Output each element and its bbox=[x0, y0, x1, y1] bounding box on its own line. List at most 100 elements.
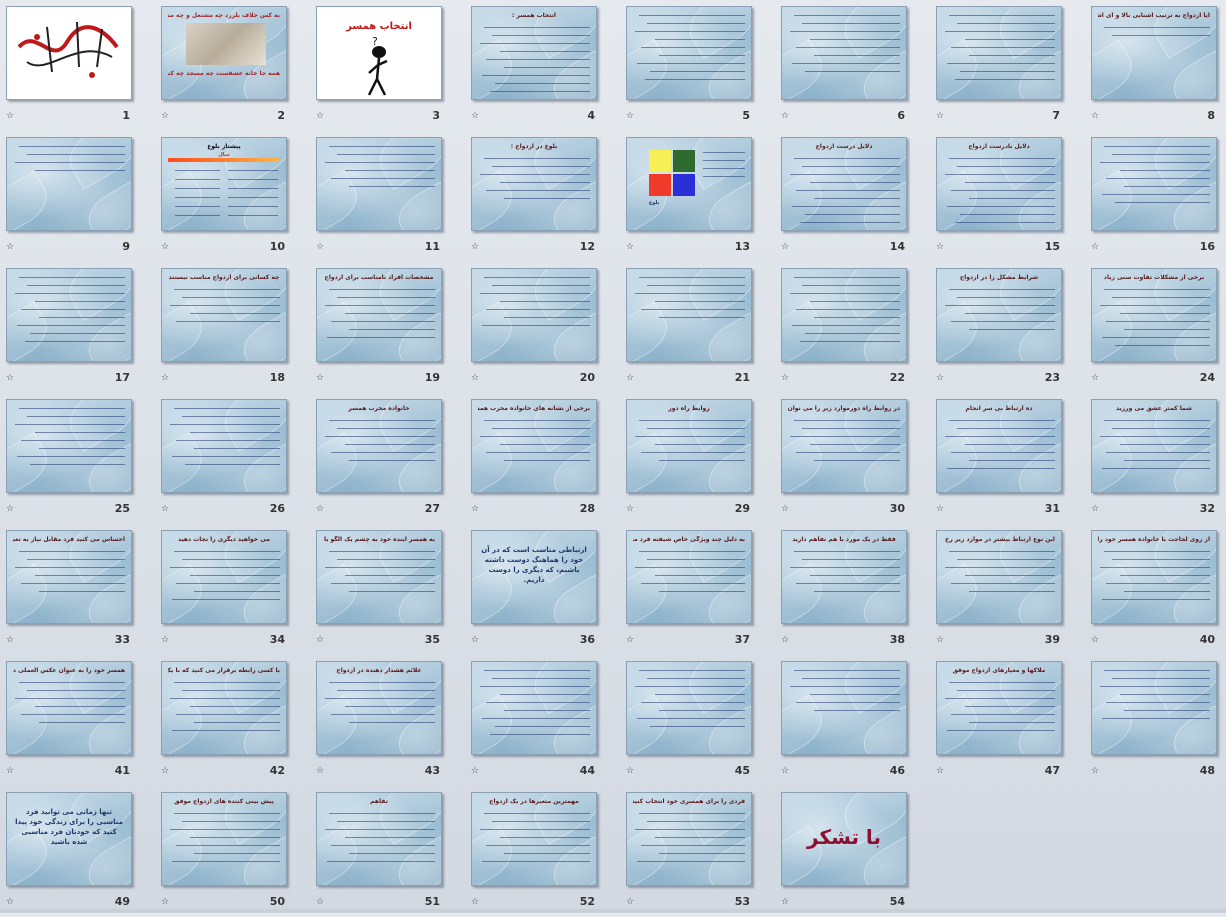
slide-transition-icon[interactable]: ☆ bbox=[936, 111, 944, 121]
slide-cell[interactable]: 9 ☆ bbox=[0, 131, 155, 262]
slide-cell[interactable]: 45 ☆ bbox=[620, 655, 775, 786]
slide-transition-icon[interactable]: ☆ bbox=[471, 242, 479, 252]
slide-transition-icon[interactable]: ☆ bbox=[781, 635, 789, 645]
slide-thumbnail[interactable]: چه کسانی برای ازدواج مناسب نیستند bbox=[161, 268, 287, 362]
slide-transition-icon[interactable]: ☆ bbox=[316, 897, 324, 907]
slide-transition-icon[interactable]: ☆ bbox=[471, 504, 479, 514]
slide-thumbnail[interactable]: پیشتاز بلوغ سال bbox=[161, 137, 287, 231]
slide-transition-icon[interactable]: ☆ bbox=[626, 242, 634, 252]
slide-cell[interactable]: 25 ☆ bbox=[0, 393, 155, 524]
slide-thumbnail[interactable]: انتخاب همسر : bbox=[471, 6, 597, 100]
slide-transition-icon[interactable]: ☆ bbox=[936, 242, 944, 252]
slide-thumbnail[interactable]: در روابط راه دورموارد زیر را می توان مشا… bbox=[781, 399, 907, 493]
slide-transition-icon[interactable]: ☆ bbox=[316, 504, 324, 514]
slide-cell[interactable]: به کس خلاف بلرزد چه مشتغل و چه مست همه جا… bbox=[155, 0, 310, 131]
slide-transition-icon[interactable]: ☆ bbox=[6, 504, 14, 514]
slide-transition-icon[interactable]: ☆ bbox=[936, 766, 944, 776]
slide-thumbnail[interactable]: فردی را برای همسری خود انتخاب کنید که : bbox=[626, 792, 752, 886]
slide-cell[interactable]: به همسر آینده خود به چشم یک الگو یا یک آ… bbox=[310, 524, 465, 655]
slide-cell[interactable]: تنها زمانی می توانید فرد مناسبی را برای … bbox=[0, 786, 155, 917]
slide-transition-icon[interactable]: ☆ bbox=[781, 242, 789, 252]
slide-cell[interactable]: آیا ازدواج به ترتیب آشنایی بالا و ای آشن… bbox=[1085, 0, 1226, 131]
slide-thumbnail[interactable] bbox=[1091, 661, 1217, 755]
horizontal-scrollbar[interactable] bbox=[0, 909, 1226, 913]
slide-thumbnail[interactable]: علائم هشدار دهنده در ازدواج bbox=[316, 661, 442, 755]
slide-cell[interactable]: مشخصات افراد نامناسب برای ازدواج 19 ☆ bbox=[310, 262, 465, 393]
slide-transition-icon[interactable]: ☆ bbox=[161, 242, 169, 252]
slide-transition-icon[interactable]: ☆ bbox=[626, 373, 634, 383]
slide-transition-icon[interactable]: ☆ bbox=[316, 242, 324, 252]
slide-thumbnail[interactable] bbox=[6, 268, 132, 362]
slide-cell[interactable]: 26 ☆ bbox=[155, 393, 310, 524]
slide-thumbnail[interactable] bbox=[626, 6, 752, 100]
slide-thumbnail[interactable]: ارتباطی مناسب است که در آن خود را هماهنگ… bbox=[471, 530, 597, 624]
slide-cell[interactable]: همسر خود را به عنوان عکس العملی در قبال … bbox=[0, 655, 155, 786]
slide-cell[interactable]: احساس می کنید فرد مقابل نیاز به تغییر دا… bbox=[0, 524, 155, 655]
slide-cell[interactable]: دلایل نادرست ازدواج 15 ☆ bbox=[930, 131, 1085, 262]
slide-thumbnail[interactable]: دلایل درست ازدواج bbox=[781, 137, 907, 231]
slide-cell[interactable]: دلایل درست ازدواج 14 ☆ bbox=[775, 131, 930, 262]
slide-transition-icon[interactable]: ☆ bbox=[1091, 242, 1099, 252]
slide-transition-icon[interactable]: ☆ bbox=[1091, 635, 1099, 645]
slide-cell[interactable]: در روابط راه دورموارد زیر را می توان مشا… bbox=[775, 393, 930, 524]
slide-thumbnail[interactable]: این نوع ارتباط بیشتر در موارد زیر رخ می … bbox=[936, 530, 1062, 624]
slide-cell[interactable]: 1 ☆ bbox=[0, 0, 155, 131]
slide-transition-icon[interactable]: ☆ bbox=[626, 897, 634, 907]
slide-cell[interactable]: با تشکر 54 ☆ bbox=[775, 786, 930, 917]
slide-cell[interactable]: انتخاب همسر? 3 ☆ bbox=[310, 0, 465, 131]
slide-cell[interactable]: شما کمتر عشق می ورزید 32 ☆ bbox=[1085, 393, 1226, 524]
slide-transition-icon[interactable]: ☆ bbox=[1091, 504, 1099, 514]
slide-transition-icon[interactable]: ☆ bbox=[316, 635, 324, 645]
slide-cell[interactable]: پیش بینی کننده های ازدواج موفق 50 ☆ bbox=[155, 786, 310, 917]
slide-transition-icon[interactable]: ☆ bbox=[161, 111, 169, 121]
slide-transition-icon[interactable]: ☆ bbox=[1091, 111, 1099, 121]
slide-thumbnail[interactable]: تنها زمانی می توانید فرد مناسبی را برای … bbox=[6, 792, 132, 886]
slide-thumbnail[interactable]: تفاهم bbox=[316, 792, 442, 886]
slide-cell[interactable]: برخی از نشانه های خانواده مخرب همسر 28 ☆ bbox=[465, 393, 620, 524]
slide-cell[interactable]: 20 ☆ bbox=[465, 262, 620, 393]
slide-transition-icon[interactable]: ☆ bbox=[471, 111, 479, 121]
slide-thumbnail[interactable]: مشخصات افراد نامناسب برای ازدواج bbox=[316, 268, 442, 362]
slide-thumbnail[interactable]: همسر خود را به عنوان عکس العملی در قبال … bbox=[6, 661, 132, 755]
slide-thumbnail[interactable]: برخی از نشانه های خانواده مخرب همسر bbox=[471, 399, 597, 493]
slide-thumbnail[interactable]: برخی از مشکلات تفاوت سنی زیاد bbox=[1091, 268, 1217, 362]
slide-transition-icon[interactable]: ☆ bbox=[781, 766, 789, 776]
slide-cell[interactable]: بلوغ در ازدواج : 12 ☆ bbox=[465, 131, 620, 262]
slide-thumbnail[interactable]: انتخاب همسر? bbox=[316, 6, 442, 100]
slide-cell[interactable]: 21 ☆ bbox=[620, 262, 775, 393]
slide-thumbnail[interactable]: شرایط مشکل زا در ازدواج bbox=[936, 268, 1062, 362]
slide-transition-icon[interactable]: ☆ bbox=[626, 635, 634, 645]
slide-thumbnail[interactable]: با کسی رابطه برقرار می کنید که با یک نفر… bbox=[161, 661, 287, 755]
slide-thumbnail[interactable] bbox=[316, 137, 442, 231]
slide-transition-icon[interactable]: ☆ bbox=[936, 504, 944, 514]
slide-cell[interactable]: شرایط مشکل زا در ازدواج 23 ☆ bbox=[930, 262, 1085, 393]
slide-transition-icon[interactable]: ☆ bbox=[471, 373, 479, 383]
slide-cell[interactable]: خانواده مخرب همسر 27 ☆ bbox=[310, 393, 465, 524]
slide-thumbnail[interactable]: به همسر آینده خود به چشم یک الگو یا یک آ… bbox=[316, 530, 442, 624]
slide-cell[interactable]: 11 ☆ bbox=[310, 131, 465, 262]
slide-cell[interactable]: پیشتاز بلوغ سال 10 ☆ bbox=[155, 131, 310, 262]
slide-thumbnail[interactable]: خانواده مخرب همسر bbox=[316, 399, 442, 493]
slide-transition-icon[interactable]: ☆ bbox=[6, 242, 14, 252]
slide-transition-icon[interactable]: ☆ bbox=[316, 111, 324, 121]
slide-thumbnail[interactable]: مهمترین متغیرها در یک ازدواج bbox=[471, 792, 597, 886]
slide-thumbnail[interactable]: شما کمتر عشق می ورزید bbox=[1091, 399, 1217, 493]
slide-cell[interactable]: 7 ☆ bbox=[930, 0, 1085, 131]
slide-transition-icon[interactable]: ☆ bbox=[781, 504, 789, 514]
slide-cell[interactable]: علائم هشدار دهنده در ازدواج 43 ☆ bbox=[310, 655, 465, 786]
slide-cell[interactable]: این نوع ارتباط بیشتر در موارد زیر رخ می … bbox=[930, 524, 1085, 655]
slide-cell[interactable]: 46 ☆ bbox=[775, 655, 930, 786]
slide-thumbnail[interactable] bbox=[1091, 137, 1217, 231]
slide-transition-icon[interactable]: ☆ bbox=[1091, 766, 1099, 776]
slide-cell[interactable]: انتخاب همسر : 4 ☆ bbox=[465, 0, 620, 131]
slide-thumbnail[interactable] bbox=[6, 6, 132, 100]
slide-transition-icon[interactable]: ☆ bbox=[6, 635, 14, 645]
slide-cell[interactable]: ارتباطی مناسب است که در آن خود را هماهنگ… bbox=[465, 524, 620, 655]
slide-transition-icon[interactable]: ☆ bbox=[161, 373, 169, 383]
slide-cell[interactable]: 22 ☆ bbox=[775, 262, 930, 393]
slide-thumbnail[interactable]: آیا ازدواج به ترتیب آشنایی بالا و ای آشن… bbox=[1091, 6, 1217, 100]
slide-thumbnail[interactable] bbox=[161, 399, 287, 493]
slide-thumbnail[interactable] bbox=[471, 661, 597, 755]
slide-thumbnail[interactable] bbox=[626, 661, 752, 755]
slide-cell[interactable]: چه کسانی برای ازدواج مناسب نیستند 18 ☆ bbox=[155, 262, 310, 393]
